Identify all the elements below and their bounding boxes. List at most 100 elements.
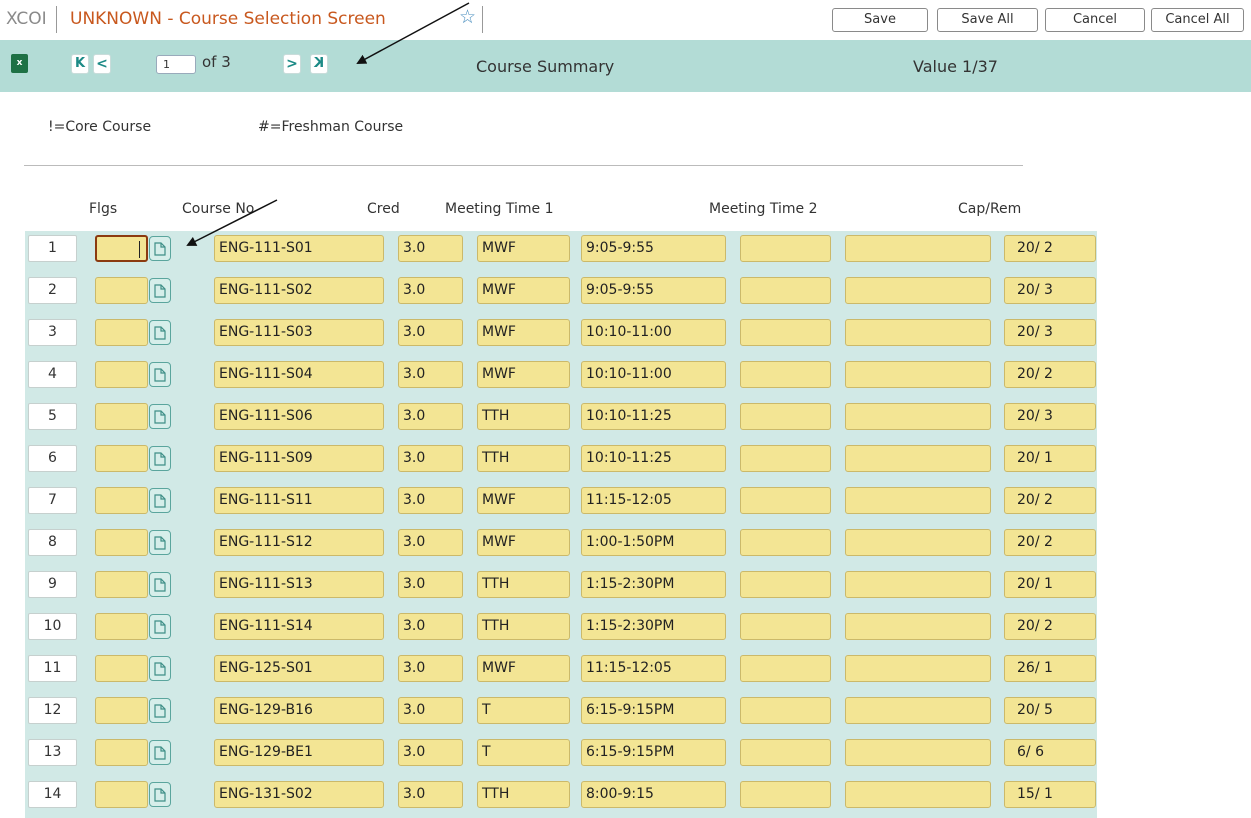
flags-field[interactable] (95, 487, 148, 514)
days-1-field[interactable]: MWF (477, 529, 570, 556)
course-detail-button[interactable] (149, 488, 171, 513)
flags-field[interactable] (95, 403, 148, 430)
cred-field[interactable]: 3.0 (398, 697, 463, 724)
time-2-field[interactable] (845, 697, 991, 724)
course-no-field[interactable]: ENG-111-S02 (214, 277, 384, 304)
row-number[interactable]: 9 (28, 571, 77, 598)
flags-field[interactable] (95, 445, 148, 472)
course-detail-button[interactable] (149, 236, 171, 261)
days-1-field[interactable]: MWF (477, 235, 570, 262)
cred-field[interactable]: 3.0 (398, 529, 463, 556)
days-1-field[interactable]: MWF (477, 319, 570, 346)
course-no-field[interactable]: ENG-111-S09 (214, 445, 384, 472)
row-number[interactable]: 7 (28, 487, 77, 514)
flags-field[interactable] (95, 613, 148, 640)
time-1-field[interactable]: 6:15-9:15PM (581, 697, 726, 724)
days-2-field[interactable] (740, 445, 831, 472)
prev-page-button[interactable]: < (93, 54, 111, 74)
row-number[interactable]: 11 (28, 655, 77, 682)
days-2-field[interactable] (740, 697, 831, 724)
flags-field[interactable] (95, 781, 148, 808)
row-number[interactable]: 12 (28, 697, 77, 724)
cred-field[interactable]: 3.0 (398, 487, 463, 514)
flags-field[interactable] (95, 571, 148, 598)
course-detail-button[interactable] (149, 320, 171, 345)
days-2-field[interactable] (740, 529, 831, 556)
cap-rem-field[interactable]: 20/ 1 (1004, 571, 1096, 598)
cred-field[interactable]: 3.0 (398, 781, 463, 808)
cred-field[interactable]: 3.0 (398, 445, 463, 472)
cap-rem-field[interactable]: 20/ 2 (1004, 361, 1096, 388)
row-number[interactable]: 2 (28, 277, 77, 304)
time-1-field[interactable]: 1:15-2:30PM (581, 571, 726, 598)
days-1-field[interactable]: TTH (477, 403, 570, 430)
time-2-field[interactable] (845, 277, 991, 304)
cap-rem-field[interactable]: 20/ 3 (1004, 403, 1096, 430)
cred-field[interactable]: 3.0 (398, 235, 463, 262)
course-detail-button[interactable] (149, 656, 171, 681)
cred-field[interactable]: 3.0 (398, 361, 463, 388)
course-detail-button[interactable] (149, 740, 171, 765)
row-number[interactable]: 6 (28, 445, 77, 472)
favorite-star-icon[interactable]: ☆ (459, 7, 476, 27)
course-detail-button[interactable] (149, 530, 171, 555)
course-detail-button[interactable] (149, 278, 171, 303)
cap-rem-field[interactable]: 6/ 6 (1004, 739, 1096, 766)
row-number[interactable]: 3 (28, 319, 77, 346)
course-detail-button[interactable] (149, 572, 171, 597)
course-no-field[interactable]: ENG-111-S03 (214, 319, 384, 346)
days-1-field[interactable]: MWF (477, 277, 570, 304)
time-1-field[interactable]: 10:10-11:25 (581, 403, 726, 430)
time-1-field[interactable]: 6:15-9:15PM (581, 739, 726, 766)
cred-field[interactable]: 3.0 (398, 613, 463, 640)
days-1-field[interactable]: TTH (477, 571, 570, 598)
cap-rem-field[interactable]: 20/ 5 (1004, 697, 1096, 724)
days-2-field[interactable] (740, 613, 831, 640)
cap-rem-field[interactable]: 20/ 2 (1004, 487, 1096, 514)
cred-field[interactable]: 3.0 (398, 739, 463, 766)
days-1-field[interactable]: T (477, 739, 570, 766)
course-detail-button[interactable] (149, 614, 171, 639)
time-2-field[interactable] (845, 487, 991, 514)
time-1-field[interactable]: 9:05-9:55 (581, 277, 726, 304)
days-2-field[interactable] (740, 655, 831, 682)
row-number[interactable]: 8 (28, 529, 77, 556)
course-no-field[interactable]: ENG-111-S14 (214, 613, 384, 640)
flags-field[interactable] (95, 697, 148, 724)
cred-field[interactable]: 3.0 (398, 571, 463, 598)
course-no-field[interactable]: ENG-131-S02 (214, 781, 384, 808)
course-no-field[interactable]: ENG-111-S12 (214, 529, 384, 556)
course-detail-button[interactable] (149, 782, 171, 807)
time-1-field[interactable]: 1:15-2:30PM (581, 613, 726, 640)
days-2-field[interactable] (740, 571, 831, 598)
days-2-field[interactable] (740, 781, 831, 808)
cred-field[interactable]: 3.0 (398, 403, 463, 430)
page-number-input[interactable]: 1 (156, 55, 196, 74)
days-1-field[interactable]: TTH (477, 613, 570, 640)
time-1-field[interactable]: 1:00-1:50PM (581, 529, 726, 556)
flags-field[interactable] (95, 235, 148, 262)
time-1-field[interactable]: 11:15-12:05 (581, 487, 726, 514)
days-1-field[interactable]: TTH (477, 445, 570, 472)
time-2-field[interactable] (845, 235, 991, 262)
days-1-field[interactable]: TTH (477, 781, 570, 808)
excel-export-icon[interactable]: x (11, 54, 28, 73)
save-button[interactable]: Save (832, 8, 928, 32)
flags-field[interactable] (95, 319, 148, 346)
days-2-field[interactable] (740, 487, 831, 514)
time-1-field[interactable]: 10:10-11:00 (581, 361, 726, 388)
time-1-field[interactable]: 11:15-12:05 (581, 655, 726, 682)
time-2-field[interactable] (845, 445, 991, 472)
cred-field[interactable]: 3.0 (398, 277, 463, 304)
row-number[interactable]: 4 (28, 361, 77, 388)
days-2-field[interactable] (740, 361, 831, 388)
course-no-field[interactable]: ENG-111-S01 (214, 235, 384, 262)
time-2-field[interactable] (845, 403, 991, 430)
days-2-field[interactable] (740, 403, 831, 430)
cap-rem-field[interactable]: 20/ 3 (1004, 277, 1096, 304)
row-number[interactable]: 1 (28, 235, 77, 262)
course-no-field[interactable]: ENG-111-S06 (214, 403, 384, 430)
cancel-all-button[interactable]: Cancel All (1151, 8, 1244, 32)
save-all-button[interactable]: Save All (937, 8, 1038, 32)
cap-rem-field[interactable]: 20/ 2 (1004, 235, 1096, 262)
